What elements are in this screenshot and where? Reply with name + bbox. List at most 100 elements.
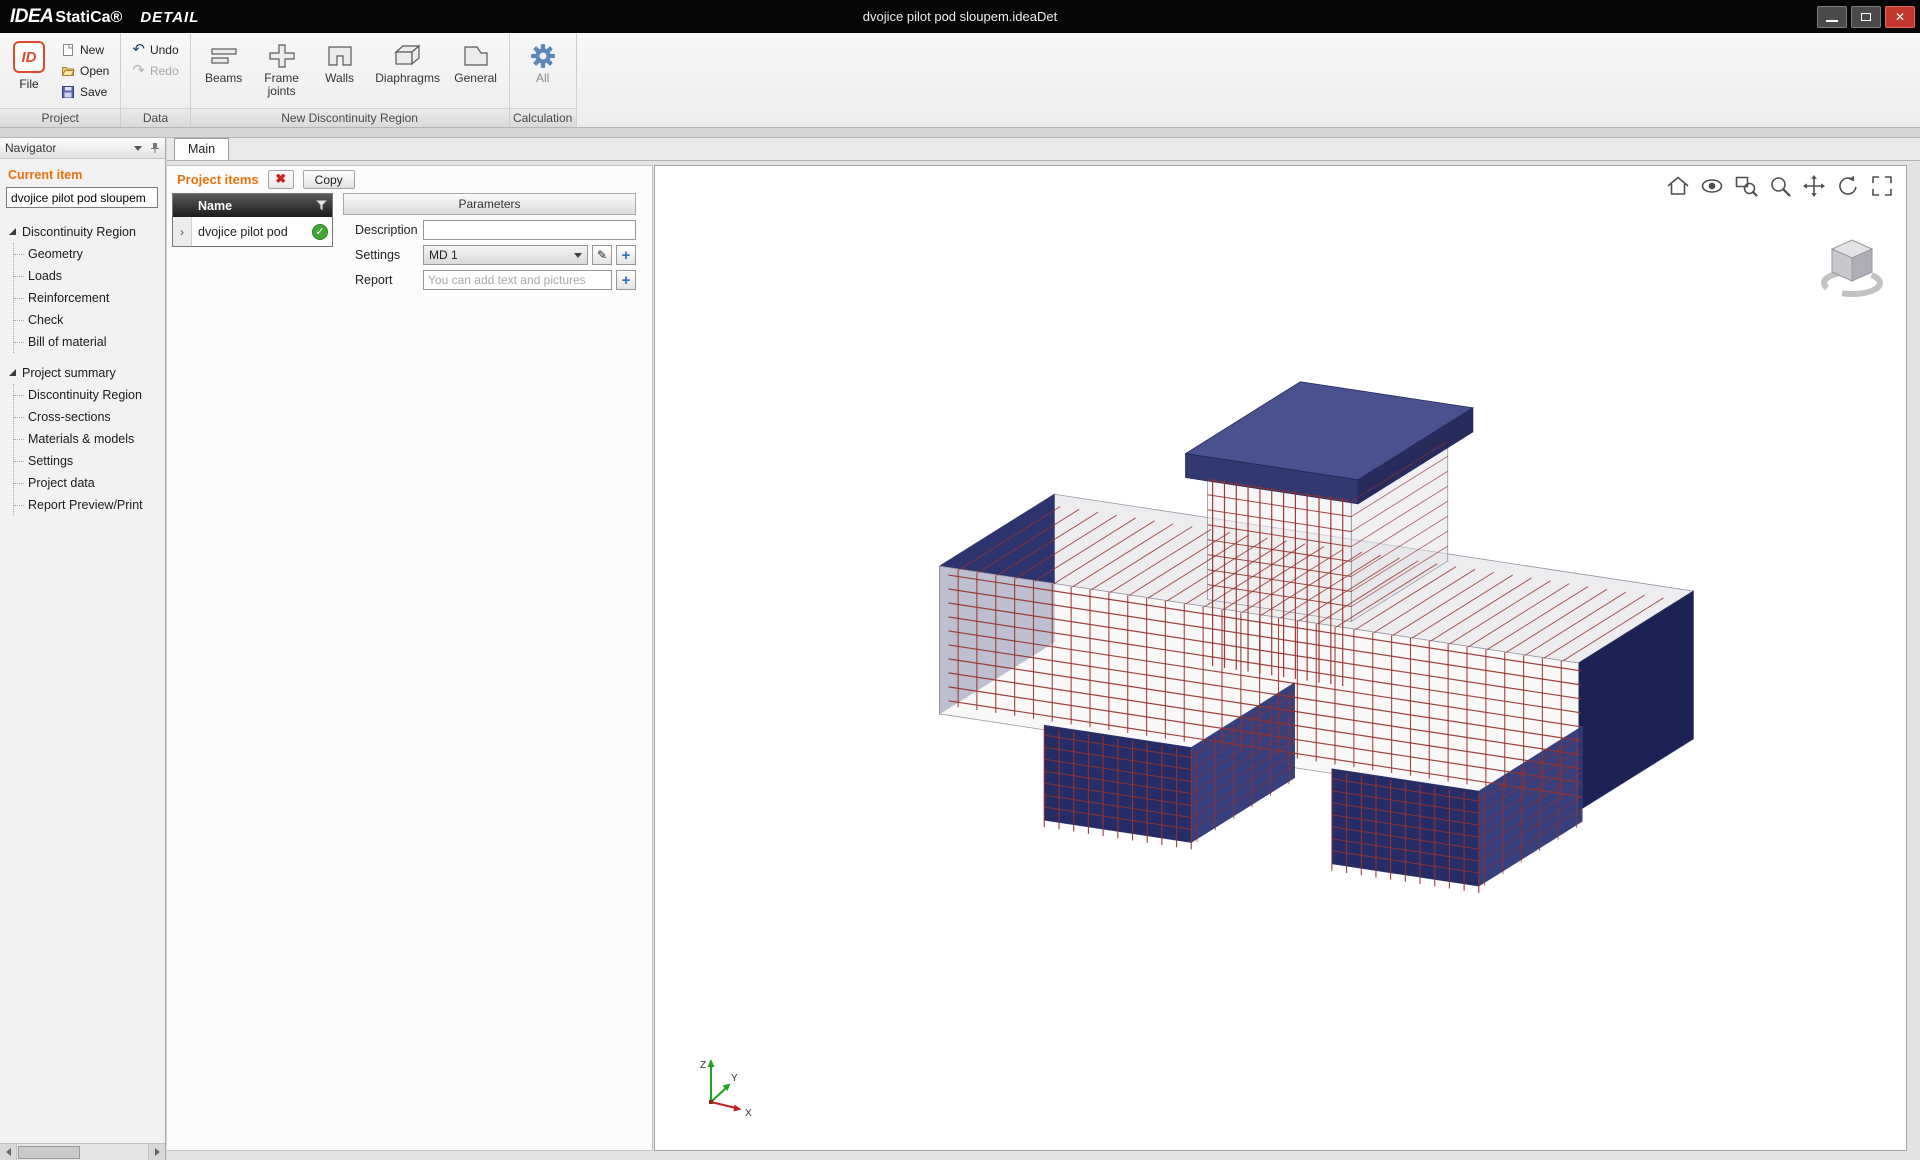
settings-dropdown-value: MD 1 (429, 248, 458, 262)
ribbon-group-label-project: Project (0, 108, 120, 127)
diaphragms-icon (394, 40, 422, 72)
rotate-icon (1836, 174, 1860, 198)
project-item-name: dvojice pilot pod (192, 225, 308, 239)
navigator-tree: Discontinuity Region Geometry Loads Rein… (0, 220, 165, 1143)
walls-button[interactable]: Walls (314, 37, 366, 85)
nav-item-project-data[interactable]: Project data (14, 472, 165, 494)
edit-settings-button[interactable]: ✎ (592, 245, 612, 265)
copy-item-button[interactable]: Copy (303, 170, 355, 189)
frame-joints-icon (269, 40, 295, 72)
file-button[interactable]: ID File (7, 37, 51, 91)
delete-item-button[interactable]: ✖ (268, 170, 294, 189)
pin-icon[interactable] (150, 142, 160, 154)
table-row[interactable]: › dvojice pilot pod ✓ (173, 217, 332, 246)
tab-main[interactable]: Main (174, 138, 229, 160)
pan-arrows-icon (1802, 174, 1826, 198)
viewport-toolbar (1666, 174, 1894, 198)
nav-item-report-preview-print[interactable]: Report Preview/Print (14, 494, 165, 516)
window-controls: ✕ (1817, 6, 1915, 28)
3d-viewport[interactable]: Z Y X (654, 165, 1907, 1151)
close-button[interactable]: ✕ (1885, 6, 1915, 28)
nav-item-bill-of-material[interactable]: Bill of material (14, 331, 165, 353)
axis-origin (709, 1100, 713, 1104)
nav-item-summary-discontinuity-region[interactable]: Discontinuity Region (14, 384, 165, 406)
settings-label: Settings (343, 248, 419, 262)
report-input[interactable] (423, 270, 612, 290)
add-report-button[interactable]: + (616, 270, 636, 290)
minimize-button[interactable] (1817, 6, 1847, 28)
add-settings-button[interactable]: + (616, 245, 636, 265)
3d-model-canvas[interactable] (655, 166, 1906, 1150)
new-button[interactable]: New (57, 41, 113, 59)
project-items-pane: Project items ✖ Copy Name › dvojice pilo… (167, 165, 653, 1151)
tree-expander-icon[interactable] (9, 228, 16, 235)
parameters-panel: Parameters Description Settings MD 1 ✎ +… (343, 193, 636, 290)
zoom-button[interactable] (1768, 174, 1792, 198)
tree-expander-icon[interactable] (9, 369, 16, 376)
ribbon-group-label-data: Data (121, 108, 189, 127)
delete-x-icon: ✖ (275, 171, 286, 186)
description-input[interactable] (423, 220, 636, 240)
calculate-all-button[interactable]: All (517, 37, 569, 85)
navigation-cube[interactable] (1814, 228, 1890, 304)
general-button[interactable]: General (450, 37, 502, 85)
nav-item-geometry[interactable]: Geometry (14, 243, 165, 265)
nav-item-settings[interactable]: Settings (14, 450, 165, 472)
nav-section-project-summary[interactable]: Project summary (0, 361, 165, 384)
filter-funnel-icon[interactable] (316, 200, 327, 211)
gear-icon (530, 40, 556, 72)
titlebar: IDEA StatiCa® DETAIL dvojice pilot pod s… (0, 0, 1920, 33)
zoom-window-button[interactable] (1734, 174, 1758, 198)
navigator-dropdown-icon[interactable] (134, 146, 142, 151)
fullscreen-button[interactable] (1870, 174, 1894, 198)
axis-triad: Z Y X (693, 1052, 759, 1122)
y-axis-label: Y (731, 1073, 738, 1084)
undo-button[interactable]: ↶ Undo (128, 41, 182, 59)
navigator-horizontal-scrollbar[interactable] (0, 1143, 165, 1160)
plus-icon: + (622, 273, 631, 288)
nav-item-cross-sections[interactable]: Cross-sections (14, 406, 165, 428)
ribbon-group-region: Beams Frame joints Walls Diaphragms (191, 33, 510, 127)
save-button-label: Save (80, 85, 107, 99)
pencil-icon: ✎ (597, 248, 607, 262)
row-status: ✓ (308, 224, 332, 240)
window-title: dvojice pilot pod sloupem.ideaDet (0, 9, 1920, 24)
nav-item-reinforcement[interactable]: Reinforcement (14, 287, 165, 309)
save-floppy-icon (61, 85, 75, 99)
scroll-left-button[interactable] (0, 1144, 17, 1160)
ribbon-group-project: ID File New Open Save Project (0, 33, 121, 127)
scroll-left-icon (6, 1148, 11, 1156)
scroll-right-button[interactable] (148, 1144, 165, 1160)
nav-item-check[interactable]: Check (14, 309, 165, 331)
beams-button[interactable]: Beams (198, 37, 250, 85)
table-header-name[interactable]: Name (173, 194, 332, 217)
home-icon (1666, 174, 1690, 198)
settings-dropdown[interactable]: MD 1 (423, 245, 588, 265)
pan-button[interactable] (1802, 174, 1826, 198)
rotate-button[interactable] (1836, 174, 1860, 198)
scrollbar-thumb[interactable] (18, 1146, 80, 1159)
diaphragms-button[interactable]: Diaphragms (372, 37, 444, 85)
z-axis-label: Z (700, 1060, 706, 1071)
frame-joints-button[interactable]: Frame joints (256, 37, 308, 98)
parameters-header: Parameters (343, 193, 636, 215)
maximize-button[interactable] (1851, 6, 1881, 28)
nav-section-discontinuity-region[interactable]: Discontinuity Region (0, 220, 165, 243)
current-item-input[interactable] (6, 187, 158, 208)
undo-button-label: Undo (150, 43, 179, 57)
save-button[interactable]: Save (57, 83, 113, 101)
plus-icon: + (622, 248, 631, 263)
beams-button-label: Beams (205, 72, 242, 85)
ribbon-group-calculation: All Calculation (510, 33, 577, 127)
open-button[interactable]: Open (57, 62, 113, 80)
nav-item-materials-models[interactable]: Materials & models (14, 428, 165, 450)
z-axis-arrow (708, 1059, 715, 1067)
redo-button[interactable]: ↷ Redo (128, 62, 182, 80)
row-expander[interactable]: › (173, 217, 192, 246)
nav-item-loads[interactable]: Loads (14, 265, 165, 287)
logo-module-text: DETAIL (140, 9, 199, 26)
beams-icon (211, 40, 237, 72)
zoom-fit-button[interactable] (1666, 174, 1690, 198)
fullscreen-icon (1870, 174, 1894, 198)
view-button[interactable] (1700, 174, 1724, 198)
